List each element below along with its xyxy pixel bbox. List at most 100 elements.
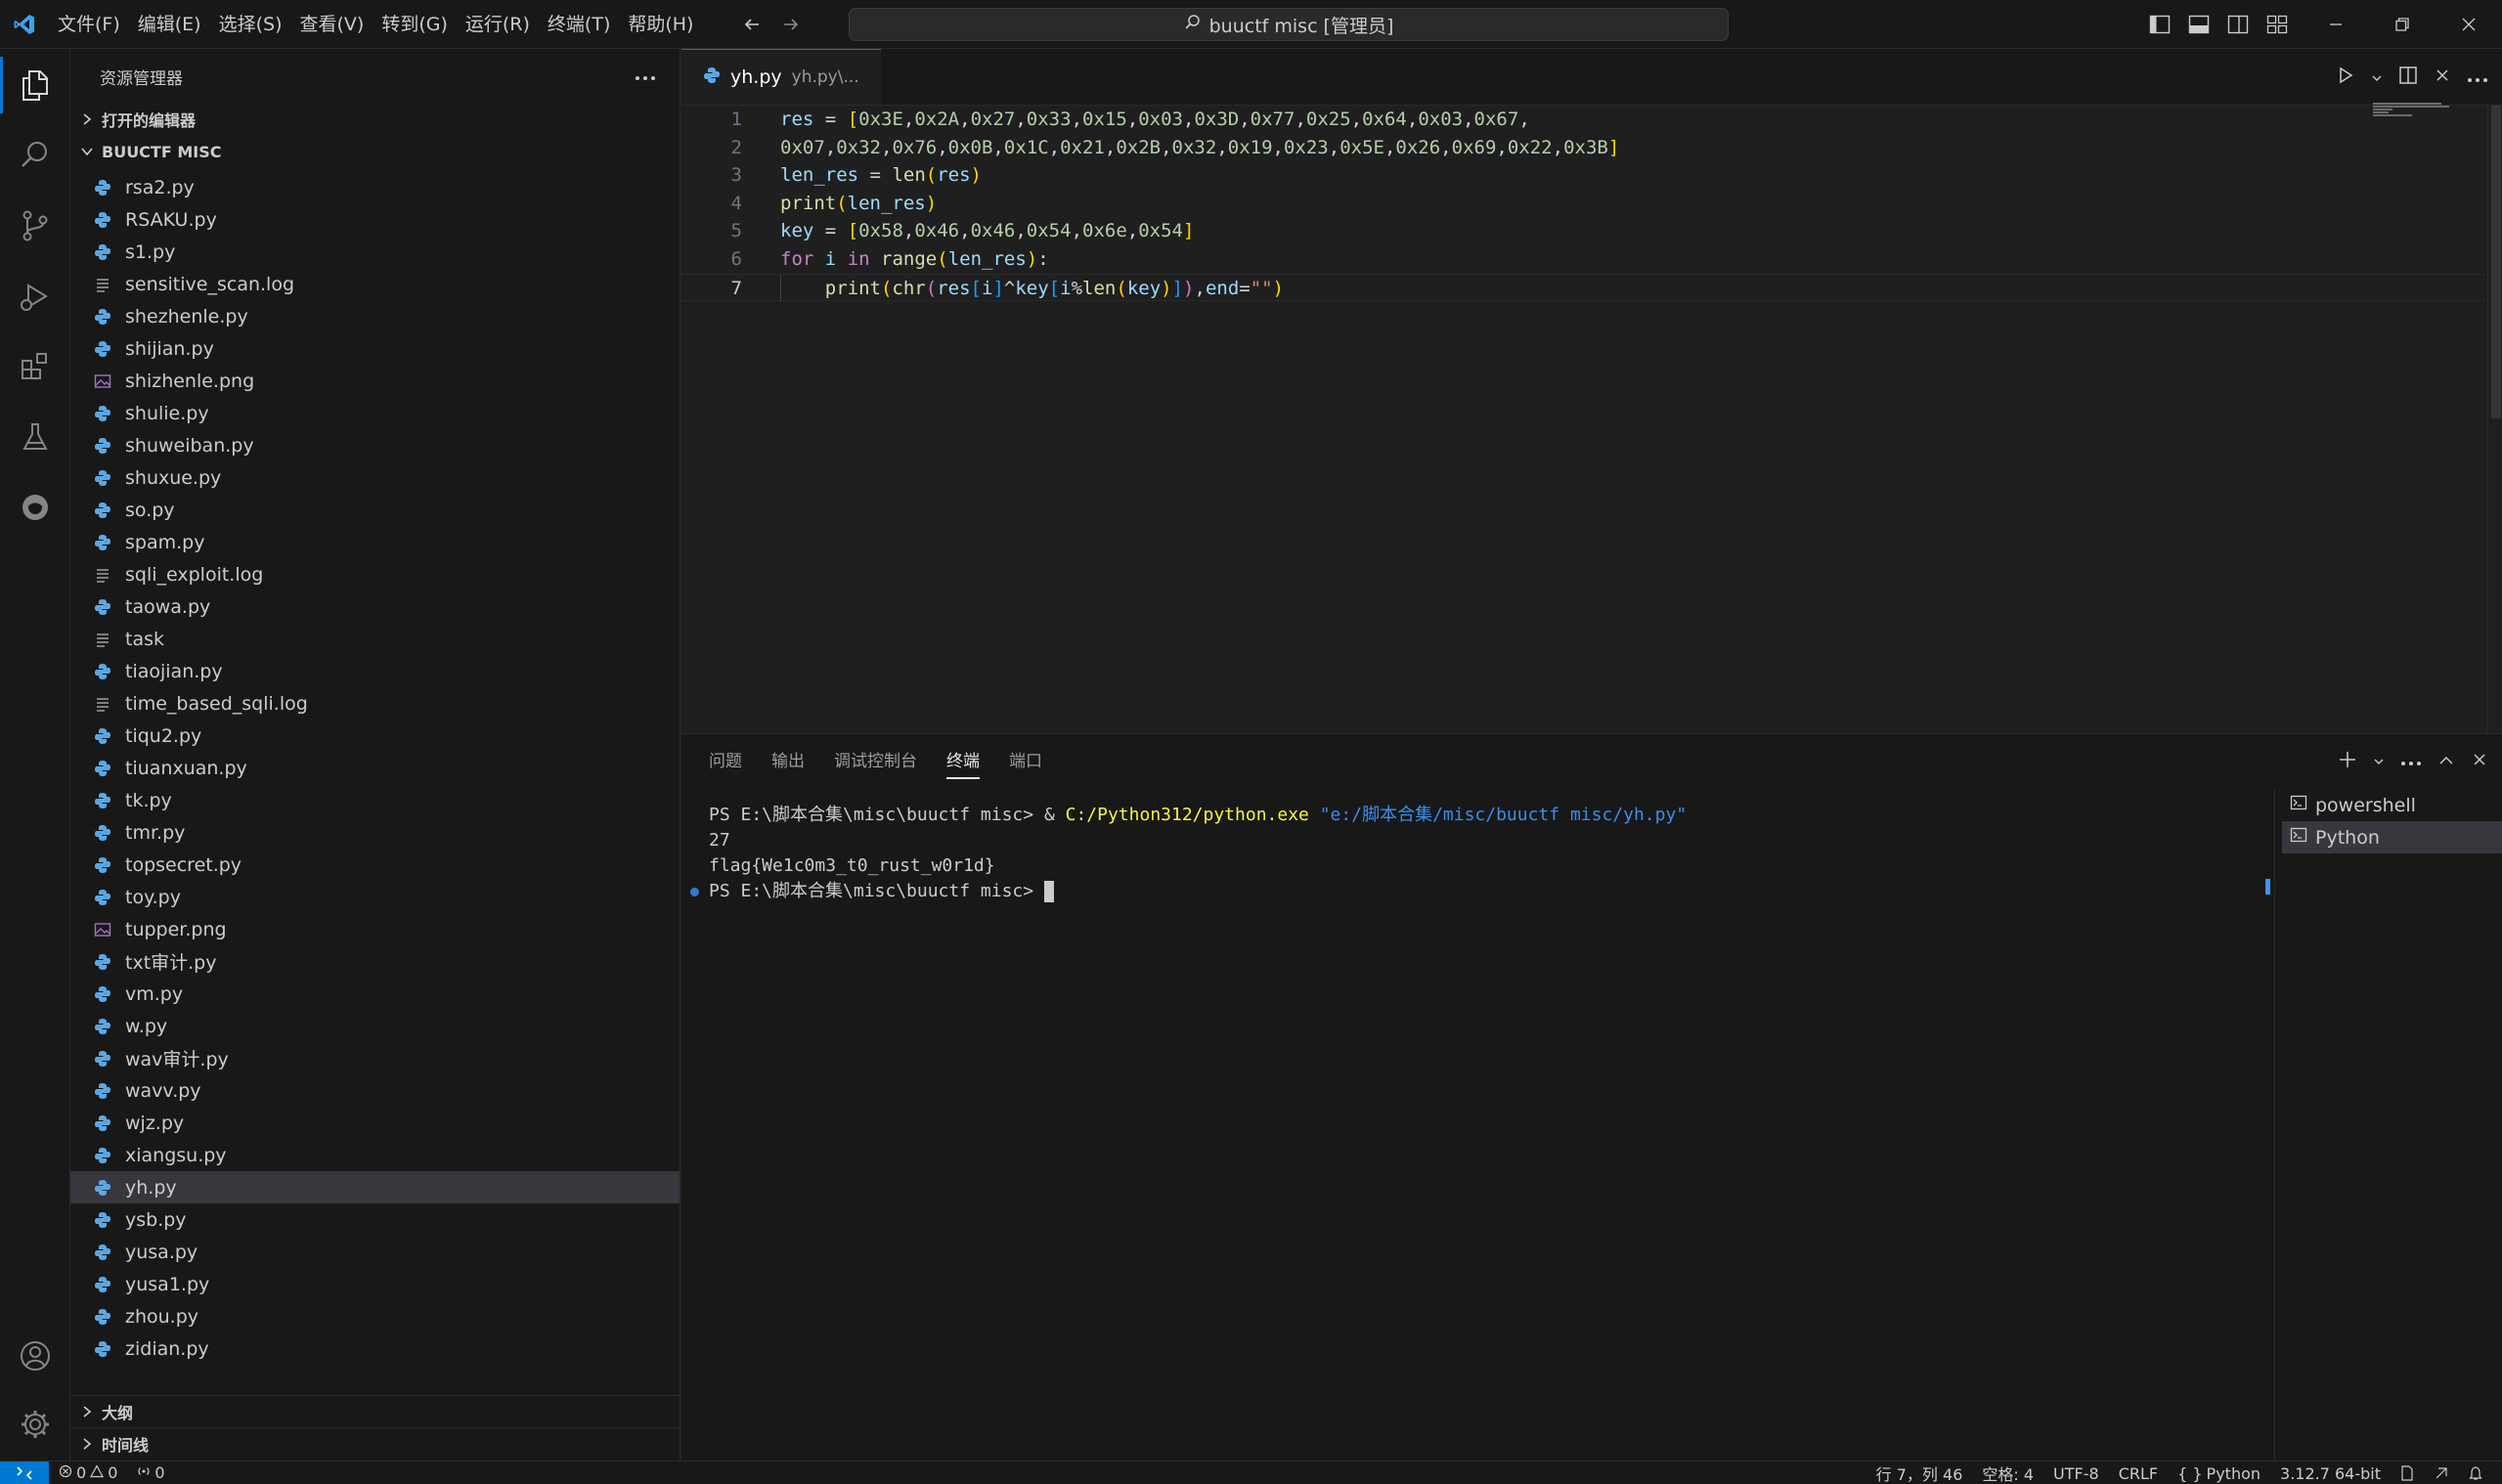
terminal-output[interactable]: PS E:\脚本合集\misc\buuctf misc> & C:/Python… <box>681 789 2263 1462</box>
toggle-panel-icon[interactable] <box>2186 12 2212 37</box>
problems-status[interactable]: 0 0 <box>49 1462 127 1484</box>
file-item[interactable]: so.py <box>70 494 680 526</box>
file-item[interactable]: shijian.py <box>70 332 680 365</box>
notifications-bell-icon[interactable] <box>2459 1462 2492 1484</box>
file-item[interactable]: time_based_sqli.log <box>70 687 680 720</box>
restore-window-button[interactable] <box>2369 0 2436 49</box>
menu-file[interactable]: 文件(F) <box>49 0 129 49</box>
tab-yh-py[interactable]: yh.py yh.py\... <box>681 49 881 105</box>
code-editor[interactable]: 1 res = [0x3E,0x2A,0x27,0x33,0x15,0x03,0x… <box>681 106 2485 302</box>
file-item[interactable]: yusa1.py <box>70 1268 680 1300</box>
file-item[interactable]: RSAKU.py <box>70 203 680 236</box>
close-editors-icon[interactable] <box>2434 66 2451 89</box>
customize-layout-icon[interactable] <box>2264 12 2290 37</box>
file-item[interactable]: w.py <box>70 1010 680 1042</box>
menu-selection[interactable]: 选择(S) <box>210 0 291 49</box>
file-item[interactable]: vm.py <box>70 978 680 1010</box>
file-item[interactable]: sensitive_scan.log <box>70 268 680 300</box>
more-actions-icon[interactable] <box>2467 66 2488 88</box>
tab-problems[interactable]: 问题 <box>709 734 742 789</box>
settings-gear-icon[interactable] <box>0 1390 70 1459</box>
remote-explorer-icon[interactable] <box>0 473 70 542</box>
folder-section[interactable]: BUUCTF MISC <box>70 135 680 168</box>
file-item[interactable]: s1.py <box>70 236 680 268</box>
tab-terminal[interactable]: 终端 <box>946 734 980 789</box>
toggle-secondary-sidebar-icon[interactable] <box>2225 12 2251 37</box>
file-item[interactable]: shulie.py <box>70 397 680 429</box>
file-item[interactable]: zidian.py <box>70 1332 680 1365</box>
file-item[interactable]: spam.py <box>70 526 680 558</box>
editor-scrollbar[interactable] <box>2487 106 2502 733</box>
file-item[interactable]: tiaojian.py <box>70 655 680 687</box>
run-python-file-icon[interactable] <box>2336 65 2355 90</box>
testing-flask-icon[interactable] <box>0 403 70 471</box>
more-actions-icon[interactable] <box>2400 752 2422 771</box>
file-item[interactable]: shizhenle.png <box>70 365 680 397</box>
file-icon[interactable] <box>2391 1462 2424 1484</box>
tab-ports[interactable]: 端口 <box>1009 734 1042 789</box>
ports-status[interactable]: 0 <box>127 1462 174 1484</box>
extensions-icon[interactable] <box>0 332 70 401</box>
scrollbar-thumb[interactable] <box>2491 106 2501 418</box>
language-mode[interactable]: { } Python <box>2168 1462 2270 1484</box>
terminal-instance-powershell[interactable]: powershell <box>2282 789 2502 821</box>
menu-terminal[interactable]: 终端(T) <box>539 0 619 49</box>
file-item[interactable]: toy.py <box>70 881 680 913</box>
command-center-search[interactable]: buuctf misc [管理员] <box>849 8 1729 41</box>
back-arrow-icon[interactable] <box>741 14 763 35</box>
split-editor-icon[interactable] <box>2398 65 2418 90</box>
menu-run[interactable]: 运行(R) <box>457 0 539 49</box>
file-item[interactable]: tiuanxuan.py <box>70 752 680 784</box>
cursor-position[interactable]: 行 7，列 46 <box>1866 1462 1973 1484</box>
new-terminal-plus-icon[interactable] <box>2338 750 2357 774</box>
open-editors-section[interactable]: 打开的编辑器 <box>70 104 680 135</box>
file-item[interactable]: yusa.py <box>70 1236 680 1268</box>
menu-help[interactable]: 帮助(H) <box>619 0 702 49</box>
copilot-icon[interactable] <box>2424 1462 2459 1484</box>
file-item[interactable]: shezhenle.py <box>70 300 680 332</box>
file-item[interactable]: ysb.py <box>70 1203 680 1236</box>
terminal-instance-python[interactable]: Python <box>2282 821 2502 853</box>
file-item[interactable]: shuweiban.py <box>70 429 680 461</box>
chevron-down-icon[interactable] <box>2371 66 2383 88</box>
command-decoration-icon[interactable] <box>690 888 699 896</box>
indentation[interactable]: 空格: 4 <box>1972 1462 2043 1484</box>
close-window-button[interactable] <box>2436 0 2502 49</box>
more-actions-icon[interactable] <box>635 66 656 86</box>
minimap[interactable] <box>2373 102 2471 121</box>
close-panel-icon[interactable] <box>2471 751 2488 773</box>
tab-debug-console[interactable]: 调试控制台 <box>834 734 917 789</box>
maximize-panel-chevron-up-icon[interactable] <box>2437 752 2455 771</box>
file-item[interactable]: task <box>70 623 680 655</box>
encoding[interactable]: UTF-8 <box>2043 1462 2109 1484</box>
file-item[interactable]: wavv.py <box>70 1074 680 1107</box>
run-and-debug-icon[interactable] <box>0 262 70 330</box>
file-item[interactable]: rsa2.py <box>70 171 680 203</box>
file-item[interactable]: sqli_exploit.log <box>70 558 680 590</box>
accounts-icon[interactable] <box>0 1322 70 1390</box>
minimize-window-button[interactable] <box>2303 0 2369 49</box>
forward-arrow-icon[interactable] <box>780 14 802 35</box>
outline-section[interactable]: 大纲 <box>70 1396 680 1427</box>
file-item[interactable]: tupper.png <box>70 913 680 945</box>
menu-view[interactable]: 查看(V) <box>291 0 373 49</box>
source-control-icon[interactable] <box>0 192 70 260</box>
file-item[interactable]: tiqu2.py <box>70 720 680 752</box>
file-item[interactable]: wav审计.py <box>70 1042 680 1074</box>
chevron-down-icon[interactable] <box>2373 752 2385 771</box>
file-item[interactable]: zhou.py <box>70 1300 680 1332</box>
explorer-icon[interactable] <box>0 51 70 119</box>
file-item[interactable]: yh.py <box>70 1171 680 1203</box>
file-item[interactable]: taowa.py <box>70 590 680 623</box>
menu-edit[interactable]: 编辑(E) <box>129 0 210 49</box>
file-item[interactable]: xiangsu.py <box>70 1139 680 1171</box>
file-item[interactable]: tk.py <box>70 784 680 816</box>
toggle-primary-sidebar-icon[interactable] <box>2147 12 2173 37</box>
file-item[interactable]: txt审计.py <box>70 945 680 978</box>
file-item[interactable]: shuxue.py <box>70 461 680 494</box>
menu-go[interactable]: 转到(G) <box>373 0 457 49</box>
remote-indicator-icon[interactable] <box>0 1461 49 1484</box>
search-icon[interactable] <box>0 121 70 190</box>
line-ending[interactable]: CRLF <box>2109 1462 2168 1484</box>
python-interpreter[interactable]: 3.12.7 64-bit <box>2270 1462 2391 1484</box>
